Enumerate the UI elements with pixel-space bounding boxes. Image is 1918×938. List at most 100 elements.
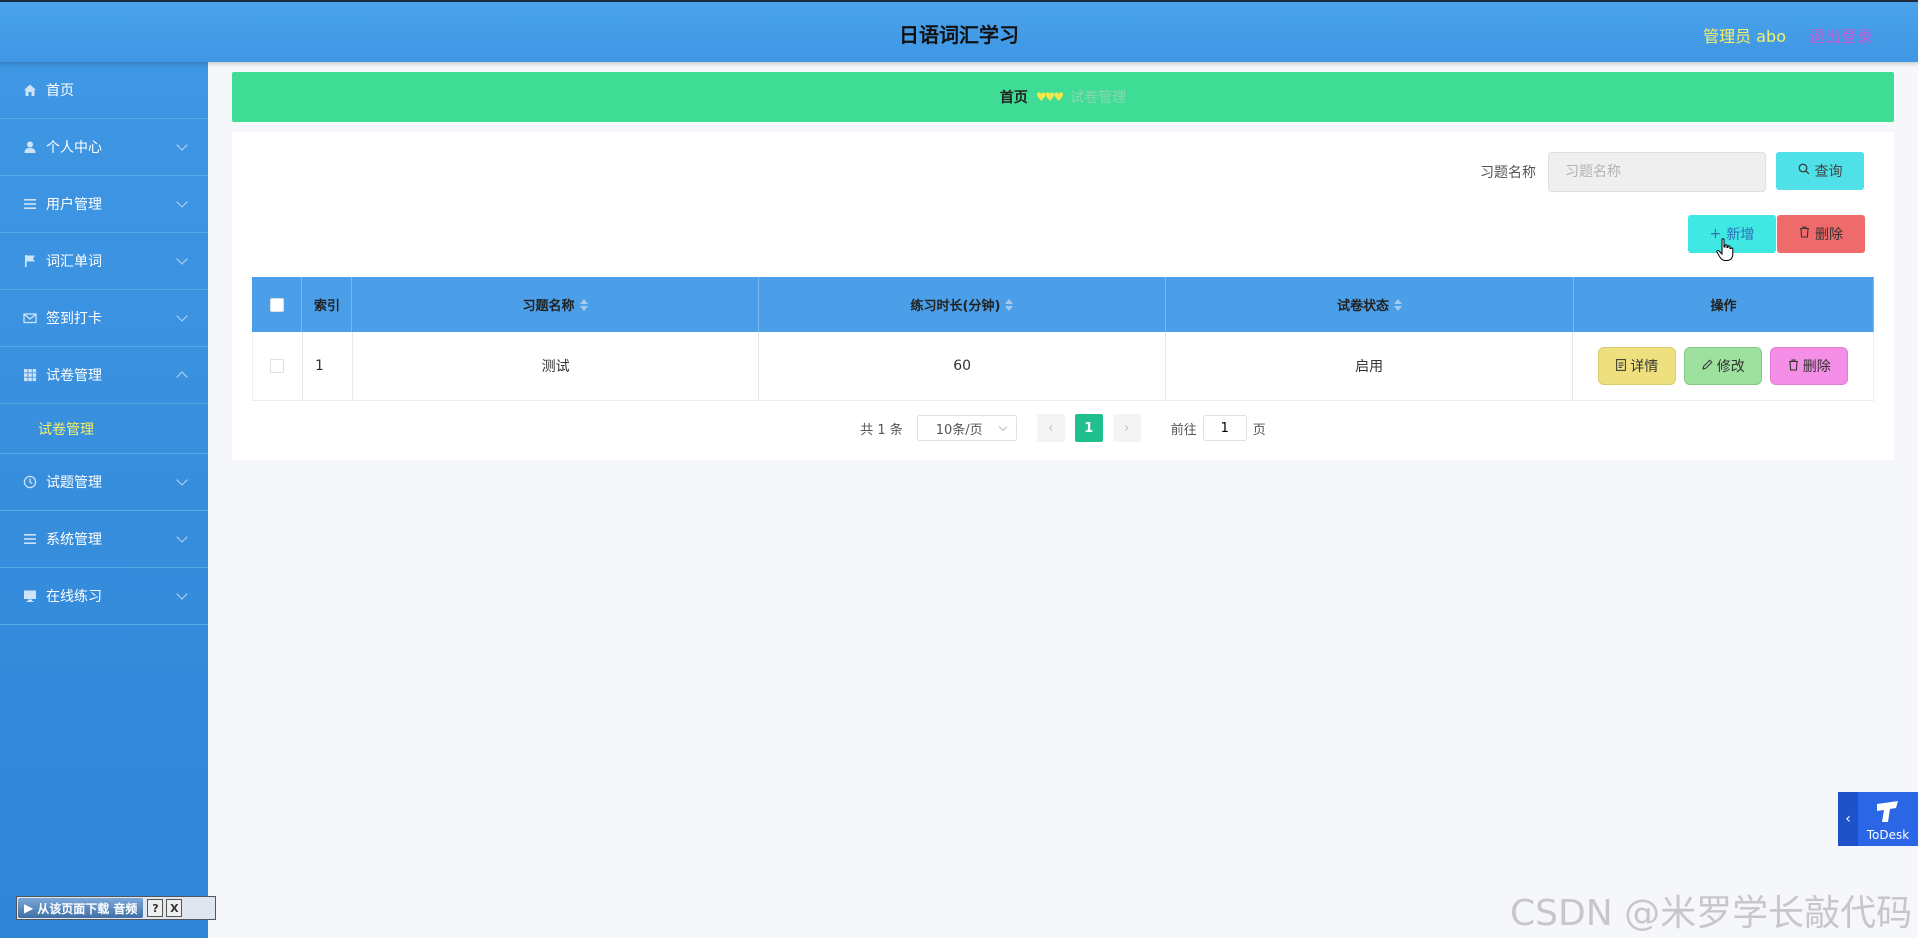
user-icon [22, 139, 38, 155]
pencil-icon [1702, 359, 1713, 373]
table-header: 索引 习题名称 练习时长(分钟) 试卷状态 操作 [252, 277, 1874, 332]
breadcrumb-home[interactable]: 首页 [1000, 87, 1028, 107]
close-icon[interactable]: X [166, 899, 183, 917]
column-header-status[interactable]: 试卷状态 [1166, 277, 1574, 332]
exam-table: 索引 习题名称 练习时长(分钟) 试卷状态 操作 1 测试 60 启用 详情 修… [252, 277, 1874, 401]
sidebar-item-users[interactable]: 用户管理 [0, 176, 208, 233]
help-icon[interactable]: ? [147, 899, 164, 917]
row-delete-button-label: 删除 [1802, 359, 1831, 375]
audio-download-label: 从该页面下载 音频 [37, 901, 138, 916]
row-index: 1 [303, 332, 353, 400]
sidebar-item-vocabulary[interactable]: 词汇单词 [0, 233, 208, 290]
sidebar-item-profile[interactable]: 个人中心 [0, 119, 208, 176]
row-checkbox-cell [253, 332, 303, 400]
sidebar-item-label: 词汇单词 [46, 254, 102, 270]
row-delete-button[interactable]: 删除 [1770, 347, 1849, 385]
audio-download-bar: ▶ 从该页面下载 音频 ? X [16, 896, 216, 920]
prev-page-button[interactable]: ‹ [1036, 414, 1065, 442]
sort-icon [1005, 298, 1014, 311]
breadcrumb-current: 试卷管理 [1070, 90, 1127, 106]
batch-delete-button[interactable]: 删除 [1777, 215, 1865, 253]
column-header-label: 习题名称 [522, 299, 575, 314]
chevron-down-icon [176, 588, 188, 600]
chevron-down-icon [176, 139, 188, 151]
header-checkbox-cell [252, 277, 302, 332]
query-button-label: 查询 [1814, 164, 1843, 180]
row-actions: 详情 修改 删除 [1573, 332, 1873, 400]
next-page-button[interactable]: › [1112, 414, 1141, 442]
chevron-down-icon [176, 474, 188, 486]
chevron-up-icon [176, 371, 188, 383]
page-number-button[interactable]: 1 [1074, 414, 1103, 442]
column-header-label: 练习时长(分钟) [910, 299, 1001, 314]
batch-delete-button-label: 删除 [1815, 227, 1843, 243]
chevron-left-icon[interactable]: ‹ [1838, 792, 1858, 846]
chevron-left-icon: ‹ [1048, 420, 1054, 436]
content-panel: 习题名称 查询 + 新增 删除 索引 习题名称 练习时长(分钟) 试卷状态 操作… [232, 132, 1894, 460]
home-icon [22, 82, 38, 98]
sidebar-item-questions[interactable]: 试题管理 [0, 454, 208, 511]
column-header-index: 索引 [302, 277, 352, 332]
sidebar-item-label: 试题管理 [46, 475, 102, 491]
flag-icon [22, 253, 38, 269]
watermark: CSDN @米罗学长敲代码 [1510, 893, 1913, 934]
sidebar-item-exam[interactable]: 试卷管理 [0, 347, 208, 404]
chevron-down-icon [176, 253, 188, 265]
edit-button-label: 修改 [1716, 359, 1745, 375]
column-header-duration[interactable]: 练习时长(分钟) [759, 277, 1166, 332]
query-button[interactable]: 查询 [1776, 152, 1864, 190]
todesk-logo-icon [1877, 801, 1898, 822]
audio-download-button[interactable]: ▶ 从该页面下载 音频 [18, 898, 144, 918]
search-input[interactable] [1548, 152, 1766, 192]
row-status: 启用 [1166, 332, 1574, 400]
admin-user-label: 管理员 abo [1703, 27, 1786, 46]
sort-icon [579, 298, 588, 311]
sort-icon [1394, 298, 1402, 311]
trash-icon [1799, 226, 1810, 242]
list-icon [22, 531, 38, 547]
sidebar-item-checkin[interactable]: 签到打卡 [0, 290, 208, 347]
trash-icon [1788, 358, 1799, 374]
todesk-label: ToDesk [1866, 828, 1910, 842]
column-header-name[interactable]: 习题名称 [352, 277, 759, 332]
sidebar-item-label: 试卷管理 [46, 368, 102, 384]
mail-icon [22, 310, 38, 326]
detail-button[interactable]: 详情 [1598, 347, 1677, 385]
sidebar-subitem-exam-management[interactable]: 试卷管理 [0, 404, 208, 454]
goto-suffix: 页 [1252, 422, 1266, 438]
sidebar-item-home[interactable]: 首页 [0, 62, 208, 119]
pagination: 共 1 条 10条/页 ‹ 1 › 前往 页 [232, 414, 1894, 442]
table-row: 1 测试 60 启用 详情 修改 删除 [252, 332, 1874, 401]
top-header: 日语词汇学习 管理员 abo 退出登录 [0, 0, 1918, 62]
goto-page-input[interactable] [1202, 415, 1247, 441]
row-checkbox[interactable] [270, 359, 285, 373]
chevron-down-icon [176, 196, 188, 208]
row-name: 测试 [353, 332, 760, 400]
sidebar-item-system[interactable]: 系统管理 [0, 511, 208, 568]
sidebar-item-label: 系统管理 [46, 532, 102, 548]
select-all-checkbox[interactable] [269, 297, 284, 312]
list-icon [22, 196, 38, 212]
sidebar-item-label: 在线练习 [46, 589, 102, 605]
column-header-label: 试卷状态 [1336, 299, 1389, 314]
play-icon: ▶ [24, 901, 34, 915]
grid-icon [22, 367, 38, 383]
monitor-icon [22, 588, 38, 604]
logout-link[interactable]: 退出登录 [1809, 23, 1873, 47]
search-label: 习题名称 [1480, 165, 1536, 181]
column-header-actions: 操作 [1574, 277, 1874, 332]
app-title: 日语词汇学习 [899, 23, 1019, 47]
chevron-down-icon [176, 531, 188, 543]
edit-button[interactable]: 修改 [1684, 347, 1763, 385]
detail-button-label: 详情 [1630, 359, 1659, 375]
todesk-widget[interactable]: ‹ ToDesk [1838, 792, 1918, 846]
breadcrumb: 首页 ♥♥♥ 试卷管理 [232, 72, 1894, 122]
search-icon [1798, 163, 1810, 179]
clock-icon [22, 474, 38, 490]
row-duration: 60 [759, 332, 1166, 400]
sidebar-item-practice[interactable]: 在线练习 [0, 568, 208, 625]
sidebar-item-label: 个人中心 [46, 140, 102, 156]
chevron-down-icon [176, 310, 188, 322]
sidebar-item-label: 签到打卡 [46, 311, 102, 327]
page-size-select[interactable]: 10条/页 [916, 415, 1017, 441]
